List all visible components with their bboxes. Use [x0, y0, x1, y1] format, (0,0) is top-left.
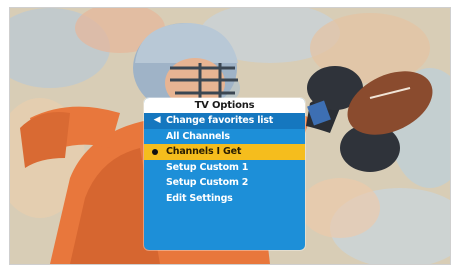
menu-item-setup-custom-1[interactable]: Setup Custom 1: [144, 160, 305, 176]
menu-item-all-channels[interactable]: All Channels: [144, 129, 305, 145]
menu-item-label: Channels I Get: [166, 146, 242, 157]
menu-title: TV Options: [144, 98, 305, 113]
menu-item-label: Change favorites list: [166, 115, 274, 126]
menu-list: ◀ Change favorites list All Channels Cha…: [144, 113, 305, 206]
menu-item-edit-settings[interactable]: Edit Settings: [144, 191, 305, 207]
menu-item-channels-i-get[interactable]: Channels I Get: [144, 144, 305, 160]
menu-item-label: Edit Settings: [166, 192, 233, 204]
menu-item-label: Setup Custom 2: [166, 177, 249, 188]
chevron-left-icon: ◀: [153, 115, 161, 125]
menu-item-label: All Channels: [166, 130, 230, 142]
menu-item-label: Setup Custom 1: [166, 161, 249, 173]
selected-bullet-icon: [152, 149, 158, 155]
menu-item-setup-custom-2[interactable]: Setup Custom 2: [144, 175, 305, 191]
change-favorites-list-item[interactable]: ◀ Change favorites list: [144, 113, 305, 129]
tv-options-menu: TV Options ◀ Change favorites list All C…: [144, 98, 305, 250]
